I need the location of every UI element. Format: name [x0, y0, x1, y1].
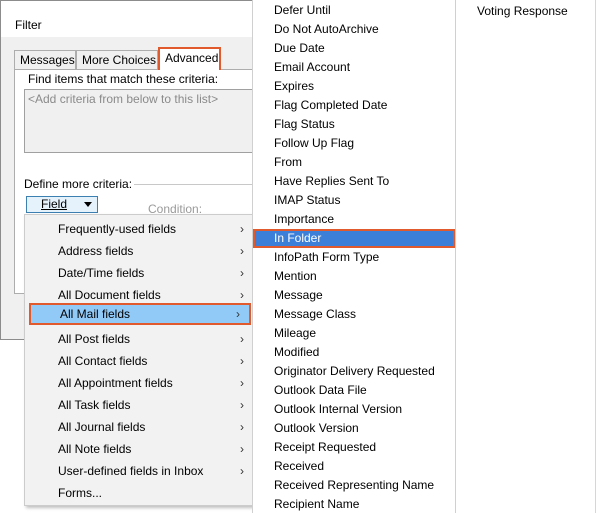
dropdown-arrow-icon	[84, 202, 92, 207]
menu-item-label: All Contact fields	[58, 354, 148, 368]
menu-item-user-defined-fields[interactable]: User-defined fields in Inbox ›	[25, 460, 253, 482]
menu-item-label: Forms...	[58, 486, 102, 500]
menu-item-label: All Document fields	[58, 288, 161, 302]
mail-field-item[interactable]: Flag Status	[253, 115, 455, 134]
menu-item-all-task-fields[interactable]: All Task fields ›	[25, 394, 253, 416]
mail-field-item[interactable]: Originator Delivery Requested	[253, 362, 455, 381]
field-dropdown-button[interactable]: Field	[26, 196, 98, 213]
mail-field-item[interactable]: Follow Up Flag	[253, 134, 455, 153]
menu-item-label: User-defined fields in Inbox	[58, 464, 204, 478]
tab-more-choices[interactable]: More Choices	[76, 50, 158, 70]
dialog-titlebar: Filter	[1, 1, 263, 37]
chevron-right-icon: ›	[240, 244, 244, 258]
menu-item-all-appointment-fields[interactable]: All Appointment fields ›	[25, 372, 253, 394]
chevron-right-icon: ›	[240, 442, 244, 456]
tab-messages[interactable]: Messages	[14, 50, 76, 70]
chevron-right-icon: ›	[240, 376, 244, 390]
menu-item-date-time-fields[interactable]: Date/Time fields ›	[25, 262, 253, 284]
menu-item-all-contact-fields[interactable]: All Contact fields ›	[25, 350, 253, 372]
menu-item-address-fields[interactable]: Address fields ›	[25, 240, 253, 262]
mail-field-item[interactable]: Mention	[253, 267, 455, 286]
mail-field-item[interactable]: Email Account	[253, 58, 455, 77]
chevron-right-icon: ›	[240, 266, 244, 280]
mail-field-item[interactable]: InfoPath Form Type	[253, 248, 455, 267]
menu-item-label: Address fields	[58, 244, 134, 258]
mail-field-item[interactable]: IMAP Status	[253, 191, 455, 210]
mail-field-item[interactable]: Defer Until	[253, 1, 455, 20]
define-criteria-divider	[126, 184, 262, 185]
mail-field-item[interactable]: Message	[253, 286, 455, 305]
mail-field-item[interactable]: Received Representing Name	[253, 476, 455, 495]
mail-field-item[interactable]: Modified	[253, 343, 455, 362]
chevron-right-icon: ›	[240, 354, 244, 368]
mail-field-item[interactable]: Expires	[253, 77, 455, 96]
menu-item-forms[interactable]: Forms...	[25, 482, 253, 504]
mail-field-item[interactable]: Importance	[253, 210, 455, 229]
field-menu: Frequently-used fields › Address fields › …	[24, 214, 254, 506]
chevron-right-icon: ›	[240, 332, 244, 346]
menu-item-label: Date/Time fields	[58, 266, 145, 280]
criteria-placeholder: <Add criteria from below to this list>	[28, 92, 219, 106]
dialog-title: Filter	[15, 18, 42, 32]
menu-item-all-mail-fields[interactable]: All Mail fields ›	[29, 303, 251, 325]
menu-item-frequently-used-fields[interactable]: Frequently-used fields ›	[25, 218, 253, 240]
mail-field-item[interactable]: Outlook Data File	[253, 381, 455, 400]
tab-advanced[interactable]: Advanced	[158, 47, 221, 70]
menu-item-label: All Post fields	[58, 332, 131, 346]
field-button-label: Field	[41, 197, 68, 211]
menu-item-label: Frequently-used fields	[58, 222, 177, 236]
chevron-right-icon: ›	[240, 464, 244, 478]
mail-field-item[interactable]: Receipt Requested	[253, 438, 455, 457]
chevron-right-icon: ›	[240, 398, 244, 412]
menu-item-label: All Mail fields	[60, 307, 131, 321]
mail-field-item[interactable]: Recipient Name	[253, 495, 455, 513]
chevron-right-icon: ›	[240, 420, 244, 434]
chevron-right-icon: ›	[236, 307, 240, 321]
mail-field-item[interactable]: Outlook Version	[253, 419, 455, 438]
chevron-right-icon: ›	[240, 222, 244, 236]
mail-field-item[interactable]: Outlook Internal Version	[253, 400, 455, 419]
mail-field-item[interactable]: Message Class	[253, 305, 455, 324]
mail-field-item[interactable]: Flag Completed Date	[253, 96, 455, 115]
menu-item-all-post-fields[interactable]: All Post fields ›	[25, 328, 253, 350]
mail-field-item[interactable]: Due Date	[253, 39, 455, 58]
mail-field-item[interactable]: Do Not AutoArchive	[253, 20, 455, 39]
mail-field-item[interactable]: Received	[253, 457, 455, 476]
mail-fields-submenu: Defer Until Do Not AutoArchive Due Date …	[252, 0, 456, 513]
mail-field-item[interactable]: Have Replies Sent To	[253, 172, 455, 191]
menu-item-all-journal-fields[interactable]: All Journal fields ›	[25, 416, 253, 438]
mail-field-item[interactable]: Mileage	[253, 324, 455, 343]
menu-item-label: All Journal fields	[58, 420, 146, 434]
mail-field-item[interactable]: From	[253, 153, 455, 172]
criteria-list[interactable]: <Add criteria from below to this list>	[24, 89, 262, 153]
find-criteria-label: Find items that match these criteria:	[28, 72, 219, 86]
menu-item-label: All Task fields	[58, 398, 131, 412]
menu-item-label: All Note fields	[58, 442, 132, 456]
menu-item-label: All Appointment fields	[58, 376, 173, 390]
define-criteria-label: Define more criteria:	[24, 177, 135, 191]
mail-fields-submenu-column-2: Voting Response	[457, 0, 596, 513]
menu-item-all-note-fields[interactable]: All Note fields ›	[25, 438, 253, 460]
mail-field-item-in-folder[interactable]: In Folder	[253, 229, 455, 248]
mail-field-item-voting-response[interactable]: Voting Response	[477, 4, 568, 18]
